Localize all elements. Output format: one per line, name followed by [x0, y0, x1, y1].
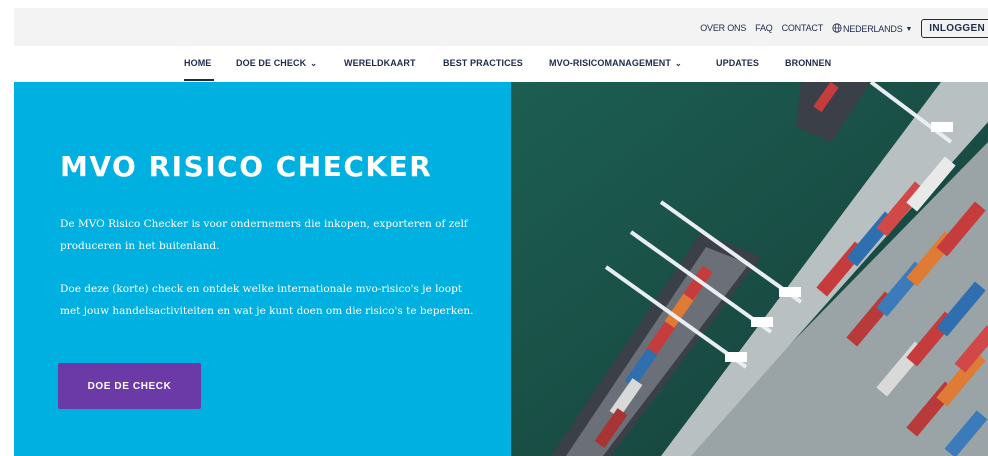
faq-link[interactable]: FAQ — [755, 23, 773, 33]
utility-links: OVER ONS FAQ CONTACT NEDERLANDS ▼ INLOGGE… — [700, 17, 988, 39]
nav-item-label: DOE DE CHECK — [236, 58, 307, 68]
nav-item-doe-de-check[interactable]: DOE DE CHECK ⌄ — [236, 58, 317, 68]
nav-item-mvo-risicomanagement[interactable]: MVO-RISICOMANAGEMENT ⌄ — [549, 58, 682, 68]
chevron-down-icon: ⌄ — [310, 59, 318, 68]
nav-item-updates[interactable]: UPDATES — [716, 58, 759, 68]
hero-intro-text: De MVO Risico Checker is voor ondernemer… — [60, 218, 468, 252]
doe-de-check-button[interactable]: DOE DE CHECK — [58, 363, 201, 409]
hero-panel: MVO RISICO CHECKER De MVO Risico Checker… — [14, 82, 511, 456]
login-button[interactable]: INLOGGEN — [921, 18, 988, 38]
over-ons-link[interactable]: OVER ONS — [700, 23, 746, 33]
nav-item-home[interactable]: HOME — [184, 58, 211, 68]
chevron-down-icon: ⌄ — [675, 59, 682, 68]
hero-description-text: Doe deze (korte) check en ontdek welke i… — [60, 283, 474, 317]
hero-title: MVO RISICO CHECKER — [60, 150, 433, 183]
nav-item-label: MVO-RISICOMANAGEMENT — [549, 58, 671, 68]
hero-image-container-port — [511, 82, 988, 456]
nav-item-best-practices[interactable]: BEST PRACTICES — [443, 58, 523, 68]
language-selector[interactable]: NEDERLANDS ▼ — [832, 22, 913, 34]
main-navigation: HOME DOE DE CHECK ⌄ WERELDKAART BEST PRAC… — [14, 46, 988, 82]
globe-icon — [832, 22, 842, 33]
utility-bar: OVER ONS FAQ CONTACT NEDERLANDS ▼ INLOGGE… — [14, 8, 988, 46]
language-label: NEDERLANDS — [843, 23, 903, 34]
chevron-down-icon: ▼ — [905, 25, 913, 33]
active-nav-indicator — [184, 79, 214, 81]
contact-link[interactable]: CONTACT — [782, 23, 824, 33]
port-illustration — [511, 82, 988, 456]
nav-item-bronnen[interactable]: BRONNEN — [785, 58, 831, 68]
nav-item-wereldkaart[interactable]: WERELDKAART — [344, 58, 416, 68]
